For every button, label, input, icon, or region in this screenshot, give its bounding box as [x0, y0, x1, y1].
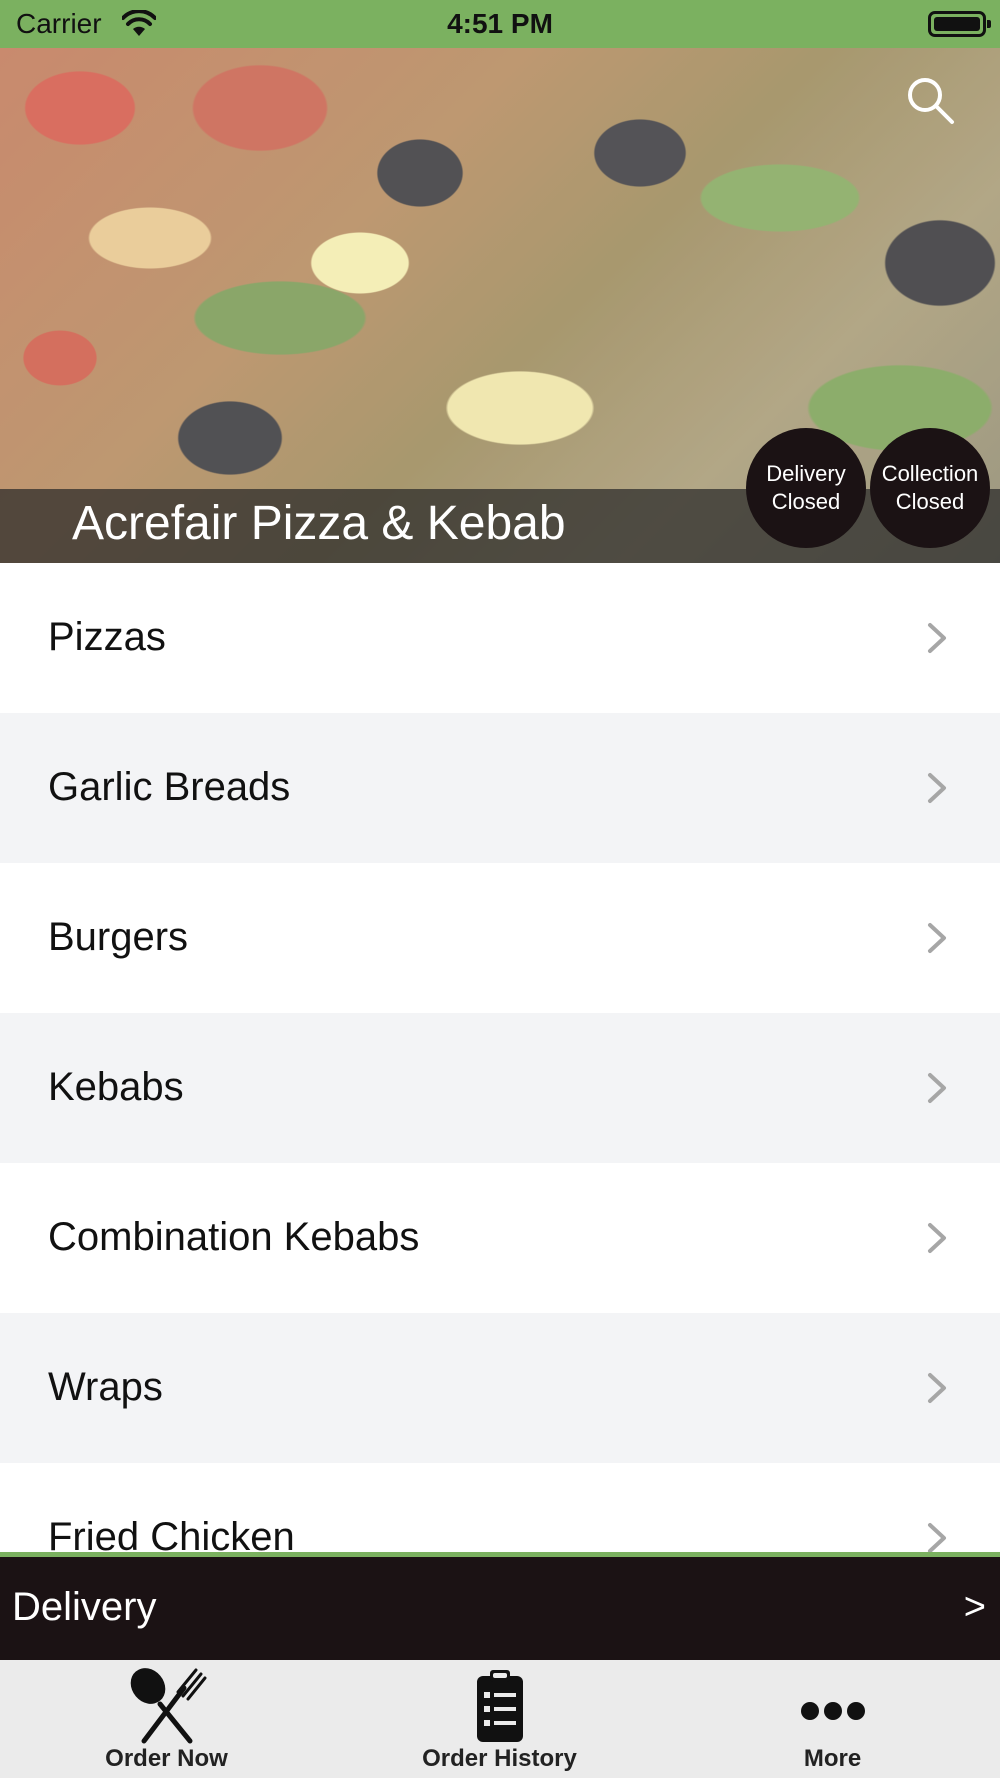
status-bar: Carrier 4:51 PM: [0, 0, 1000, 48]
category-label: Combination Kebabs: [48, 1215, 420, 1259]
chevron-right-icon: [928, 1073, 946, 1103]
order-mode-label: Delivery: [12, 1585, 157, 1629]
delivery-badge-title: Delivery: [766, 461, 846, 486]
tab-order-now[interactable]: Order Now: [0, 1660, 333, 1778]
chevron-right-icon: [928, 623, 946, 653]
tab-more[interactable]: More: [666, 1660, 999, 1778]
collection-badge-title: Collection: [881, 461, 979, 486]
more-dots-icon: [800, 1702, 865, 1720]
collection-badge-status: Closed: [895, 489, 965, 514]
tab-label: Order Now: [105, 1745, 228, 1772]
category-label: Burgers: [48, 915, 189, 959]
category-label: Pizzas: [48, 615, 166, 659]
category-label: Wraps: [48, 1365, 163, 1409]
tab-label: More: [803, 1745, 862, 1772]
delivery-status-badge: Delivery Closed: [746, 428, 866, 548]
chevron-right-icon: [928, 1523, 946, 1553]
chevron-right-icon: [928, 1373, 946, 1403]
battery-icon: [928, 11, 991, 37]
chevron-right-icon: [928, 1223, 946, 1253]
category-row-burgers[interactable]: Burgers: [0, 863, 1000, 1013]
category-row-fried-chicken[interactable]: Fried Chicken: [0, 1463, 1000, 1556]
chevron-right-icon: [928, 923, 946, 953]
category-row-pizzas[interactable]: Pizzas: [0, 563, 1000, 713]
category-row-wraps[interactable]: Wraps: [0, 1313, 1000, 1463]
category-label: Kebabs: [48, 1065, 184, 1109]
category-label: Garlic Breads: [48, 765, 291, 809]
knife-fork-icon: [130, 1668, 206, 1744]
tab-bar: Order Now Order History More: [0, 1660, 1000, 1778]
order-mode-arrow: >: [963, 1586, 986, 1628]
tab-label: Order History: [422, 1745, 577, 1772]
collection-status-badge: Collection Closed: [870, 428, 990, 548]
search-icon[interactable]: [904, 74, 956, 126]
order-mode-bar[interactable]: Delivery >: [0, 1552, 1000, 1660]
clock: 4:51 PM: [447, 8, 553, 39]
restaurant-name: Acrefair Pizza & Kebab: [72, 497, 566, 550]
category-row-garlic-breads[interactable]: Garlic Breads: [0, 713, 1000, 863]
chevron-right-icon: [928, 773, 946, 803]
category-row-kebabs[interactable]: Kebabs: [0, 1013, 1000, 1163]
delivery-badge-status: Closed: [771, 489, 841, 514]
category-label: Fried Chicken: [48, 1515, 295, 1556]
category-row-combination-kebabs[interactable]: Combination Kebabs: [0, 1163, 1000, 1313]
tab-order-history[interactable]: Order History: [333, 1660, 666, 1778]
category-list: Pizzas Garlic Breads Burgers Kebabs Comb…: [0, 563, 1000, 1556]
clipboard-icon: [476, 1670, 523, 1742]
